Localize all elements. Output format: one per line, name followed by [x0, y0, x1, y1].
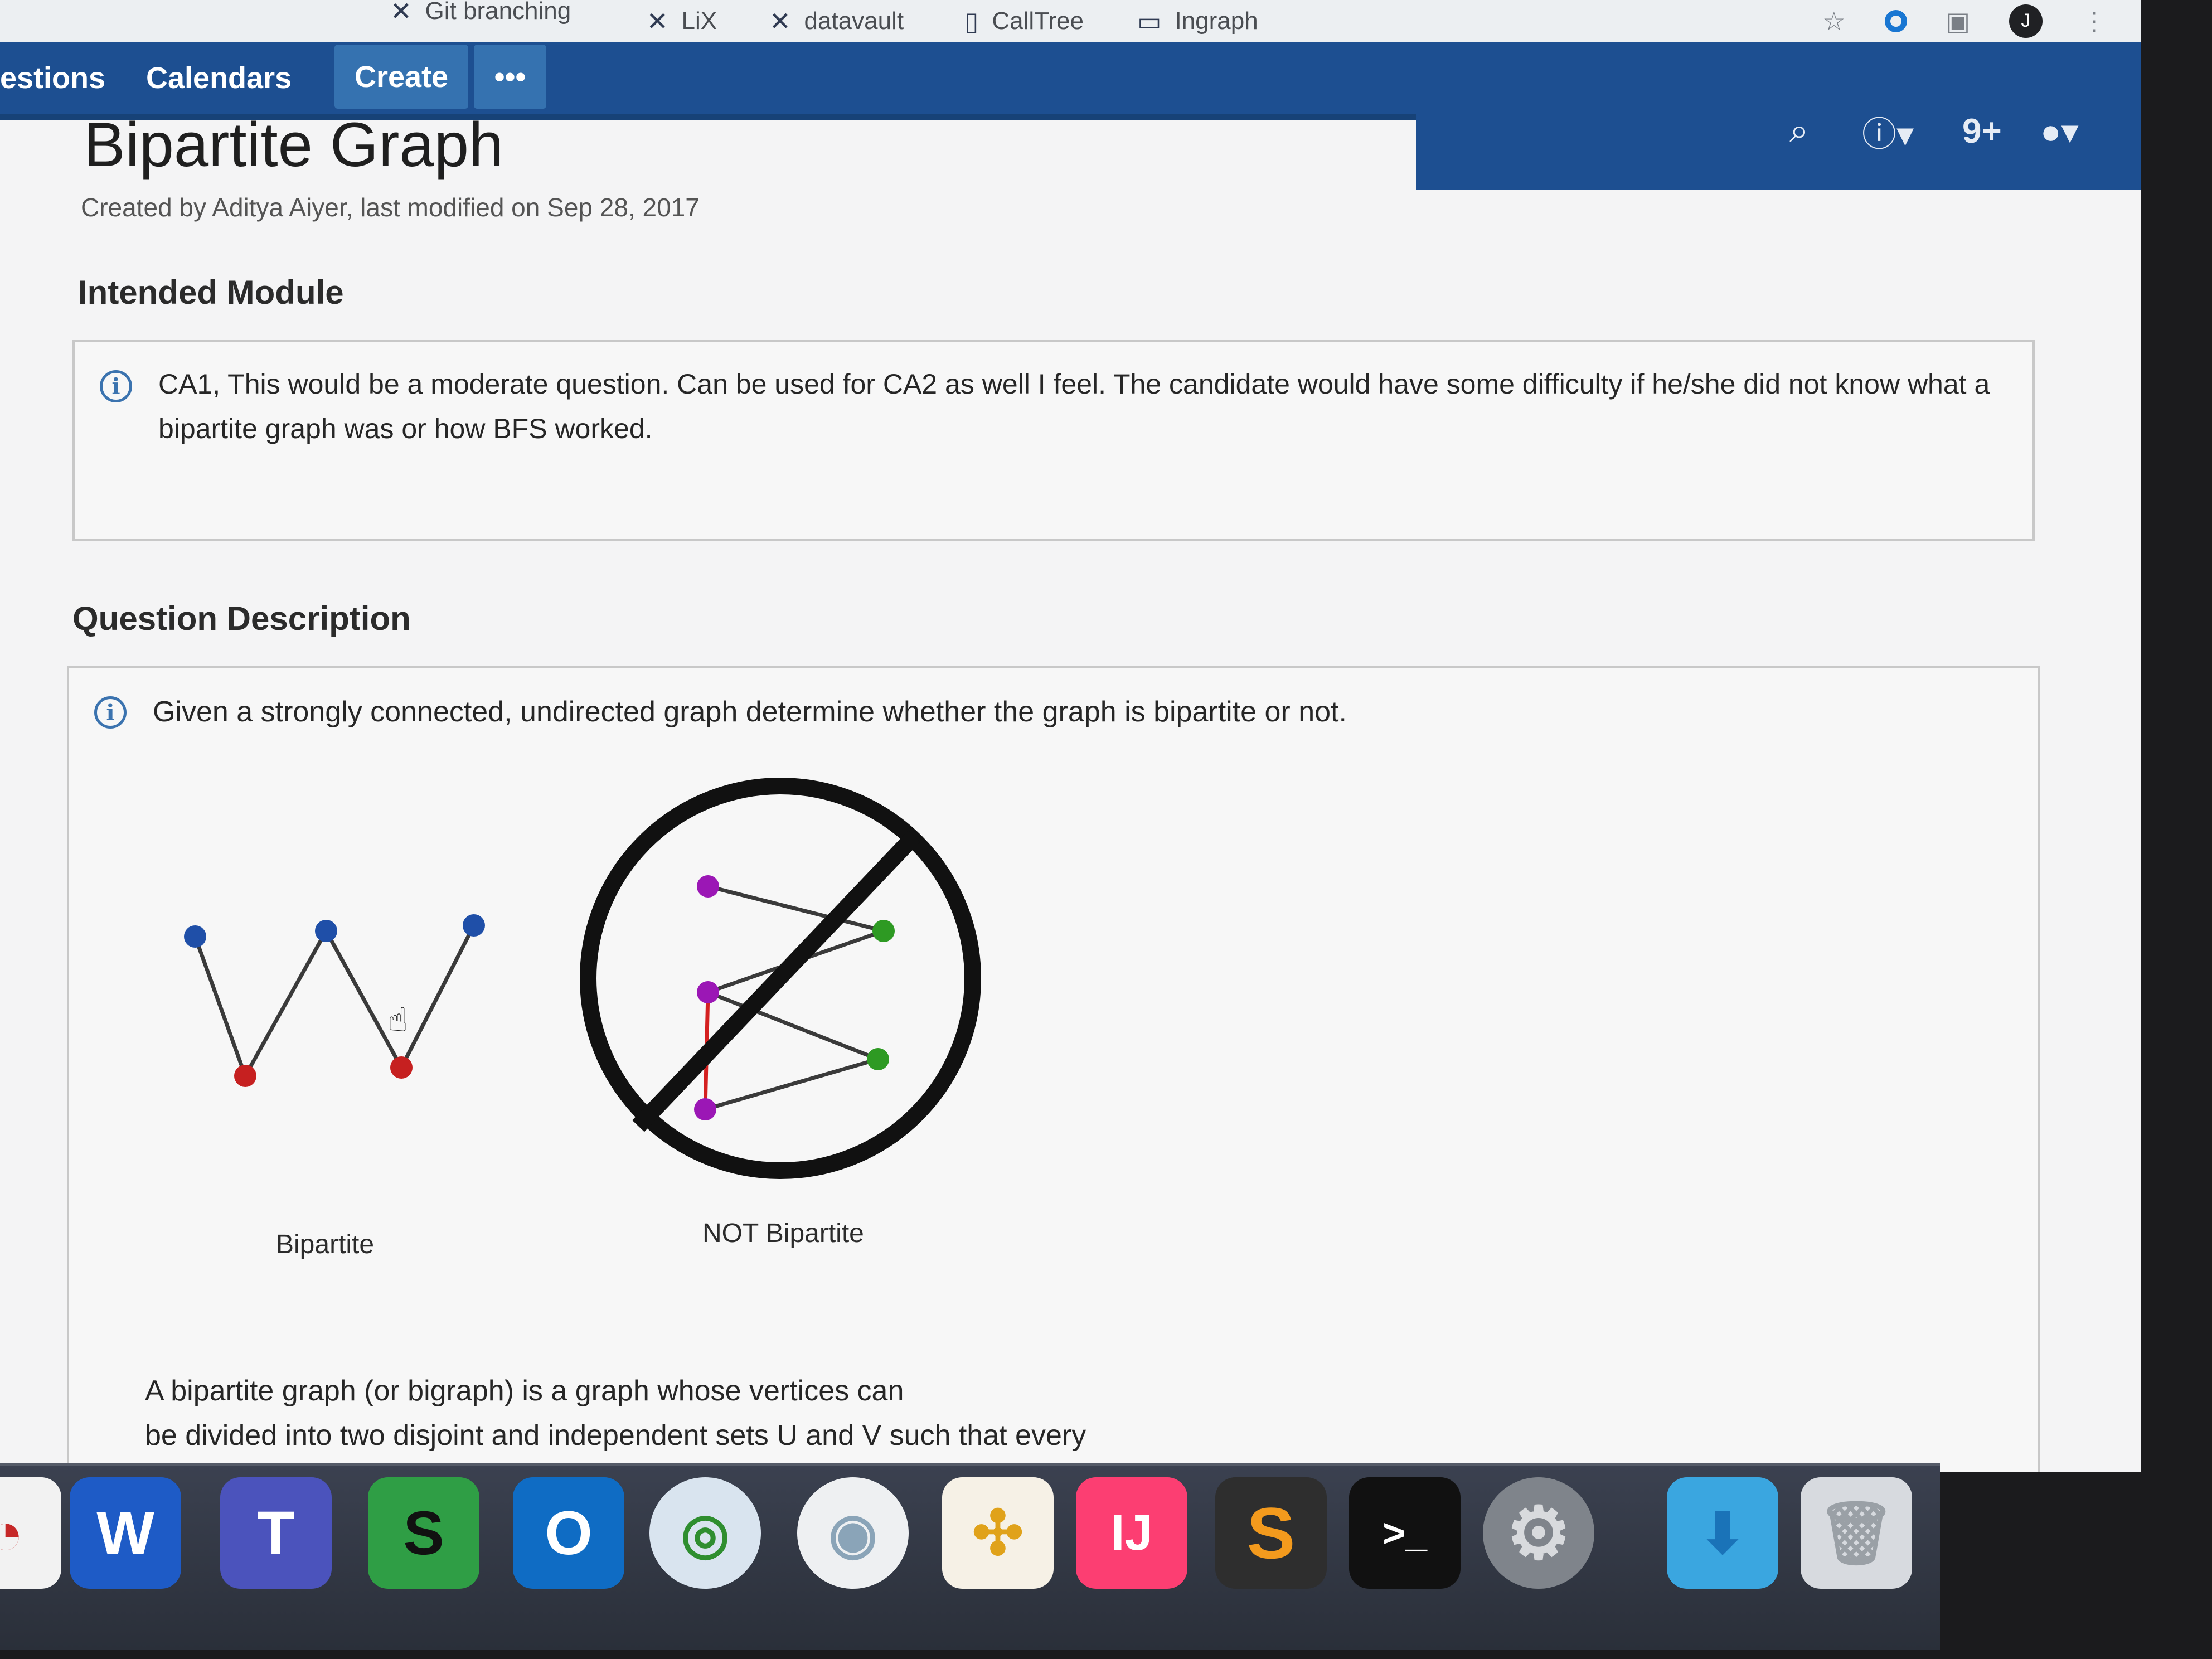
info-icon: i — [100, 370, 132, 402]
caption-bipartite: Bipartite — [276, 1230, 375, 1259]
menu-icon[interactable]: ⋮ — [2082, 6, 2107, 36]
skype-icon[interactable]: S — [368, 1477, 479, 1589]
hand-cursor-icon: ☝ — [387, 1001, 408, 1040]
star-icon[interactable]: ☆ — [1822, 6, 1845, 36]
nav-calendars[interactable]: Calendars — [146, 42, 292, 114]
vertex-blue — [184, 925, 206, 948]
bookmark-label: CallTree — [992, 7, 1084, 35]
word-icon[interactable]: W — [70, 1477, 181, 1589]
more-button[interactable]: ••• — [474, 45, 546, 109]
cast-icon[interactable]: ▣ — [1946, 6, 1970, 36]
sublime-text-icon[interactable]: S — [1215, 1477, 1327, 1589]
browser-toolbar-right: ☆ ▣ J ⋮ — [1822, 0, 2107, 42]
vertex-green — [872, 920, 895, 942]
bookmark-calltree[interactable]: ▯ CallTree — [964, 0, 1084, 42]
notifications-badge: 9+ — [1962, 111, 2002, 151]
extension-icon[interactable] — [1884, 9, 1907, 32]
not-bipartite-graph — [580, 778, 981, 1179]
bookmark-git-branching[interactable]: ✕ Git branching — [390, 0, 571, 32]
slack-icon[interactable]: ✣ — [942, 1477, 1054, 1589]
graph-edge — [399, 924, 476, 1069]
vpn-client-icon[interactable]: ◎ — [649, 1477, 761, 1589]
graph-edge — [193, 935, 248, 1077]
vertex-blue — [463, 914, 485, 937]
intended-module-text: CA1, This would be a moderate question. … — [158, 368, 1990, 444]
nav-questions[interactable]: estions — [0, 42, 105, 114]
document-icon: ▯ — [964, 6, 979, 36]
header-right-tools: ⌕ ⓘ▾ 9+ ●▾ — [1416, 72, 2141, 190]
bookmark-ingraph[interactable]: ▭ Ingraph — [1137, 0, 1258, 42]
page-byline: Created by Aditya Aiyer, last modified o… — [81, 193, 700, 222]
intended-module-heading: Intended Module — [78, 274, 344, 311]
graph-edge — [705, 1057, 879, 1112]
search-icon[interactable]: ⌕ — [1789, 72, 1809, 190]
profile-avatar[interactable]: J — [2009, 4, 2043, 38]
folder-icon: ▭ — [1137, 6, 1162, 36]
intellij-icon[interactable]: IJ — [1076, 1477, 1187, 1589]
vertex-purple — [694, 1098, 716, 1120]
bookmark-datavault[interactable]: ✕ datavault — [769, 0, 904, 42]
vertex-red — [234, 1065, 256, 1087]
bookmark-label: Ingraph — [1175, 7, 1258, 35]
downloads-folder-icon[interactable]: ⬇ — [1667, 1477, 1778, 1589]
notifications-icon[interactable]: 9+ — [1962, 72, 2002, 190]
bookmark-label: Git branching — [425, 0, 571, 25]
definition-paragraph: A bipartite graph (or bigraph) is a grap… — [145, 1375, 1086, 1452]
tool-icon: ✕ — [647, 6, 668, 36]
graph-edge — [243, 930, 328, 1077]
question-text: Given a strongly connected, undirected g… — [153, 696, 1347, 728]
bookmark-lix[interactable]: ✕ LiX — [647, 0, 717, 42]
bipartite-diagram: ☝ — [184, 778, 981, 1179]
prohibition-slash — [632, 830, 920, 1132]
bookmark-label: datavault — [804, 7, 904, 35]
caption-not-bipartite: NOT Bipartite — [702, 1219, 864, 1248]
vertex-blue — [315, 920, 337, 942]
graph-edge — [324, 930, 404, 1069]
browser-window: ✕ Git branching ✕ LiX ✕ datavault ▯ Call… — [0, 0, 2141, 1472]
outlook-icon[interactable]: O — [513, 1477, 624, 1589]
page-title: Bipartite Graph — [84, 110, 504, 180]
vertex-green — [867, 1048, 889, 1070]
info-icon: i — [94, 696, 127, 729]
vertex-purple — [697, 875, 719, 898]
vertex-red — [390, 1056, 413, 1079]
intended-module-panel: i CA1, This would be a moderate question… — [72, 340, 2035, 541]
dock-app-icon[interactable]: ◔ — [0, 1477, 61, 1589]
teams-icon[interactable]: T — [220, 1477, 332, 1589]
trash-icon[interactable]: 🗑 — [1801, 1477, 1912, 1589]
terminal-icon[interactable]: >_ — [1349, 1477, 1461, 1589]
help-icon[interactable]: ⓘ▾ — [1862, 72, 1914, 190]
tool-icon: ✕ — [390, 0, 412, 26]
bookmarks-bar: ✕ Git branching ✕ LiX ✕ datavault ▯ Call… — [0, 0, 2141, 42]
vertex-purple — [697, 981, 719, 1003]
bipartite-graph: ☝ — [184, 914, 485, 1087]
tool-icon: ✕ — [769, 6, 791, 36]
bookmark-label: LiX — [681, 7, 717, 35]
user-menu-icon[interactable]: ●▾ — [2040, 72, 2079, 190]
question-description-heading: Question Description — [72, 600, 411, 637]
wifi-icon[interactable]: ◉ — [797, 1477, 909, 1589]
create-button[interactable]: Create — [334, 45, 468, 109]
system-preferences-icon[interactable]: ⚙ — [1483, 1477, 1594, 1589]
